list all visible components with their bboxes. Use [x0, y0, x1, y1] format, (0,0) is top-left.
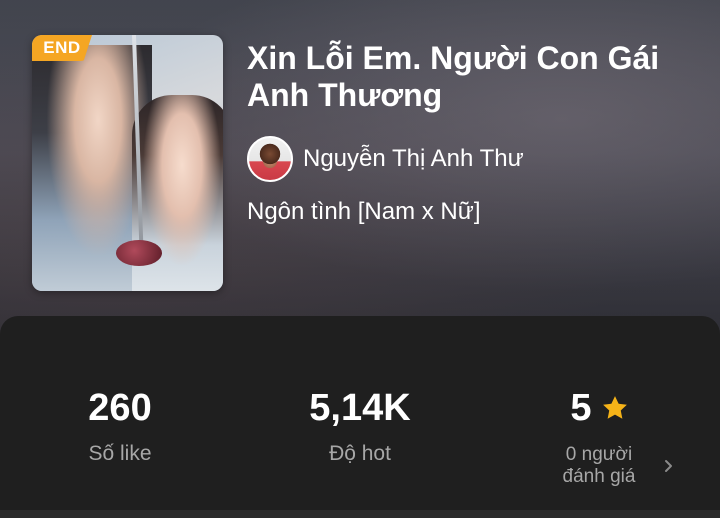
cover-sword-hilt	[116, 240, 162, 266]
rating-label: 0 người đánh giá	[562, 444, 636, 487]
chevron-right-icon[interactable]	[660, 455, 678, 477]
book-genre[interactable]: Ngôn tình [Nam x Nữ]	[247, 198, 480, 226]
stat-likes: 260 Số like	[40, 384, 200, 466]
likes-value: 260	[88, 387, 152, 429]
author-name[interactable]: Nguyễn Thị Anh Thư	[303, 145, 524, 173]
author-row[interactable]: Nguyễn Thị Anh Thư	[247, 135, 524, 183]
rating-value: 5	[570, 387, 592, 429]
book-title: Xin Lỗi Em. Người Con Gái Anh Thương	[247, 40, 660, 113]
likes-label: Số like	[88, 442, 152, 465]
star-icon	[602, 396, 627, 419]
stat-hot: 5,14K Độ hot	[270, 384, 450, 466]
stat-rating[interactable]: 5 0 người đánh giá	[520, 384, 680, 488]
hot-value: 5,14K	[309, 387, 411, 429]
status-badge: END	[32, 35, 92, 61]
book-cover[interactable]	[32, 35, 223, 291]
rating-value-row: 5	[520, 384, 680, 432]
avatar[interactable]	[247, 136, 293, 182]
bottom-divider	[0, 510, 720, 518]
hot-label: Độ hot	[329, 442, 391, 465]
